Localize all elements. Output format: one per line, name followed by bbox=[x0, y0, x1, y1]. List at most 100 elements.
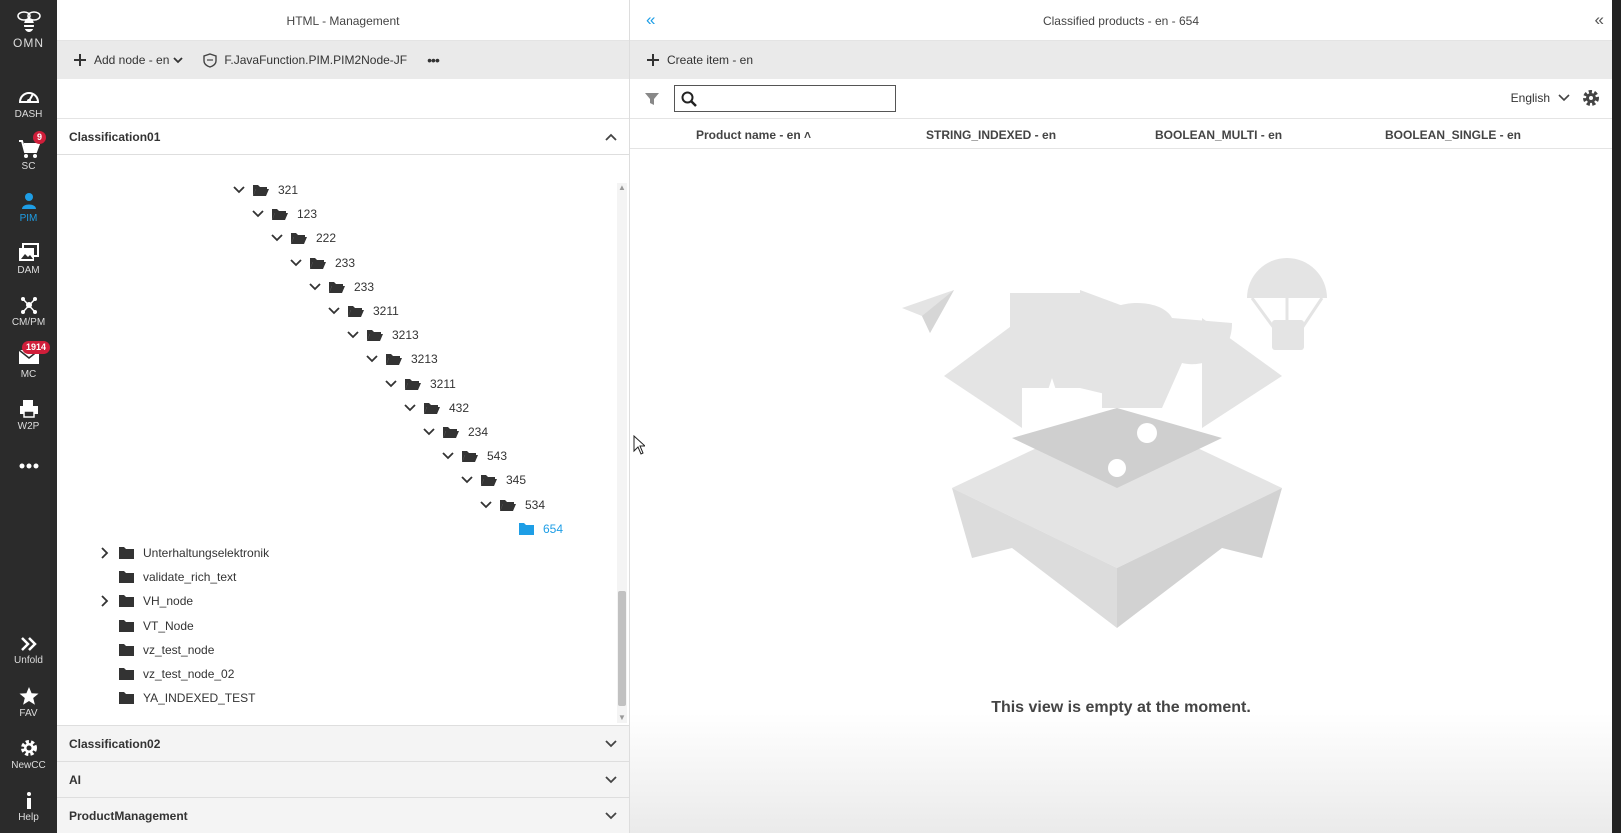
tree-node[interactable]: 654 bbox=[498, 518, 563, 540]
settings-gear-icon[interactable] bbox=[1582, 89, 1600, 107]
tree-node[interactable]: 321 bbox=[232, 179, 298, 201]
tree-node[interactable]: validate_rich_text bbox=[98, 566, 236, 588]
more-actions-button[interactable]: ••• bbox=[427, 52, 440, 68]
table-header: Product name - en ˄ STRING_INDEXED - en … bbox=[630, 119, 1612, 149]
tree-node-label: 123 bbox=[297, 207, 318, 222]
tree-node[interactable]: 3211 bbox=[384, 373, 456, 395]
tree-node[interactable]: 534 bbox=[479, 494, 545, 516]
chevron-down-icon[interactable] bbox=[403, 401, 417, 415]
folder-icon bbox=[119, 692, 134, 705]
accordion-title: AI bbox=[69, 772, 81, 787]
scrollbar-thumb[interactable] bbox=[618, 591, 626, 706]
accordion-ai[interactable]: AI bbox=[57, 762, 629, 798]
tree-node[interactable]: 222 bbox=[270, 227, 336, 249]
scroll-down-icon[interactable]: ▼ bbox=[617, 713, 627, 723]
rail-item-newcc[interactable]: NewCC bbox=[0, 738, 57, 771]
tree-node[interactable]: 543 bbox=[441, 445, 507, 467]
rail-item-sc[interactable]: 9 SC bbox=[0, 131, 57, 172]
chevron-down-icon[interactable] bbox=[289, 256, 303, 270]
tree-node[interactable]: 233 bbox=[308, 276, 374, 298]
rail-item-unfold[interactable]: Unfold bbox=[0, 635, 57, 666]
tree-node[interactable]: Unterhaltungselektronik bbox=[98, 542, 269, 564]
tree-node[interactable]: 123 bbox=[251, 203, 317, 225]
folder-open-icon bbox=[329, 281, 345, 293]
chevron-right-icon[interactable] bbox=[98, 594, 112, 608]
accordion-productmanagement[interactable]: ProductManagement bbox=[57, 798, 629, 833]
rail-item-fav[interactable]: FAV bbox=[0, 686, 57, 719]
column-header-product-name[interactable]: Product name - en ˄ bbox=[696, 128, 811, 142]
column-header-boolean-multi[interactable]: BOOLEAN_MULTI - en bbox=[1155, 128, 1282, 142]
chevron-down-icon[interactable] bbox=[270, 231, 284, 245]
app-logo[interactable]: OMN bbox=[0, 8, 57, 50]
function-label: F.JavaFunction.PIM.PIM2Node-JF bbox=[224, 53, 408, 67]
tree-node[interactable]: 3213 bbox=[365, 348, 438, 370]
tree-node[interactable]: vz_test_node bbox=[98, 639, 214, 661]
unfold-icon bbox=[20, 637, 37, 651]
chevron-down-icon bbox=[1558, 94, 1570, 102]
rail-item-cmpm[interactable]: CM/PM bbox=[0, 295, 57, 328]
folder-open-icon bbox=[424, 402, 440, 414]
rail-label: W2P bbox=[17, 421, 40, 432]
collapse-right-icon[interactable]: « bbox=[1595, 0, 1604, 40]
chevron-down-icon[interactable] bbox=[346, 328, 360, 342]
chevron-down-icon[interactable] bbox=[232, 183, 246, 197]
tree-node[interactable]: vz_test_node_02 bbox=[98, 663, 234, 685]
chevron-up-icon bbox=[605, 133, 617, 141]
collapse-left-icon[interactable]: « bbox=[646, 0, 655, 40]
create-item-button[interactable]: Create item - en bbox=[646, 53, 753, 67]
chevron-down-icon bbox=[173, 57, 184, 64]
rail-label: DASH bbox=[14, 109, 43, 120]
search-input[interactable] bbox=[703, 86, 893, 110]
plus-icon bbox=[74, 54, 86, 66]
panel-title: HTML - Management bbox=[57, 0, 629, 41]
rail-item-dash[interactable]: DASH bbox=[0, 87, 57, 120]
tree-node[interactable]: 234 bbox=[422, 421, 488, 443]
tree-node[interactable]: VT_Node bbox=[98, 615, 194, 637]
chevron-down-icon[interactable] bbox=[251, 207, 265, 221]
accordion-classification02[interactable]: Classification02 bbox=[57, 726, 629, 762]
chevron-down-icon[interactable] bbox=[460, 473, 474, 487]
language-select[interactable]: English bbox=[1511, 91, 1570, 105]
tree-scrollbar[interactable]: ▲ ▼ bbox=[617, 183, 627, 723]
chevron-down-icon[interactable] bbox=[479, 498, 493, 512]
scroll-up-icon[interactable]: ▲ bbox=[617, 183, 627, 193]
tree-node-label: 3213 bbox=[411, 352, 438, 367]
add-node-button[interactable]: Add node - en bbox=[73, 53, 184, 67]
filter-icon[interactable] bbox=[644, 91, 660, 107]
chevron-down-icon[interactable] bbox=[365, 352, 379, 366]
accordion-classification01[interactable]: Classification01 bbox=[57, 119, 629, 155]
chevron-down-icon[interactable] bbox=[422, 425, 436, 439]
network-icon bbox=[20, 297, 37, 314]
tree-node[interactable]: 345 bbox=[460, 469, 526, 491]
accordion-title: ProductManagement bbox=[69, 808, 188, 823]
chevron-down-icon[interactable] bbox=[327, 304, 341, 318]
tree-node[interactable]: 233 bbox=[289, 252, 355, 274]
chevron-down-icon[interactable] bbox=[441, 449, 455, 463]
tree-node[interactable]: 3213 bbox=[346, 324, 419, 346]
info-icon bbox=[26, 792, 31, 809]
column-header-string-indexed[interactable]: STRING_INDEXED - en bbox=[926, 128, 1056, 142]
search-field[interactable] bbox=[674, 85, 896, 112]
tree-node[interactable]: 432 bbox=[403, 397, 469, 419]
tree-node-label: 654 bbox=[543, 521, 564, 536]
folder-open-icon bbox=[443, 427, 459, 438]
rail-item-more[interactable] bbox=[0, 462, 57, 470]
rail-item-dam[interactable]: DAM bbox=[0, 243, 57, 276]
gear-icon bbox=[20, 740, 37, 756]
rail-item-mc[interactable]: 1914 MC bbox=[0, 341, 57, 380]
rail-item-help[interactable]: Help bbox=[0, 790, 57, 823]
tree-node-label: VT_Node bbox=[143, 618, 194, 633]
panel-toolbar: Add node - en F.JavaFunction.PIM.PIM2Nod… bbox=[57, 41, 629, 79]
rail-item-pim[interactable]: PIM bbox=[0, 191, 57, 224]
tree-node[interactable]: 3211 bbox=[327, 300, 399, 322]
tree-node[interactable]: YA_INDEXED_TEST bbox=[98, 687, 255, 709]
chevron-down-icon[interactable] bbox=[308, 280, 322, 294]
column-header-boolean-single[interactable]: BOOLEAN_SINGLE - en bbox=[1385, 128, 1521, 142]
function-button[interactable]: F.JavaFunction.PIM.PIM2Node-JF bbox=[203, 52, 408, 68]
chevron-right-icon[interactable] bbox=[98, 546, 112, 560]
chevron-down-icon[interactable] bbox=[384, 377, 398, 391]
tree-node-label: 534 bbox=[525, 497, 546, 512]
tree-node[interactable]: VH_node bbox=[98, 590, 193, 612]
rail-item-w2p[interactable]: W2P bbox=[0, 399, 57, 432]
tree-node-label: 543 bbox=[487, 449, 508, 464]
